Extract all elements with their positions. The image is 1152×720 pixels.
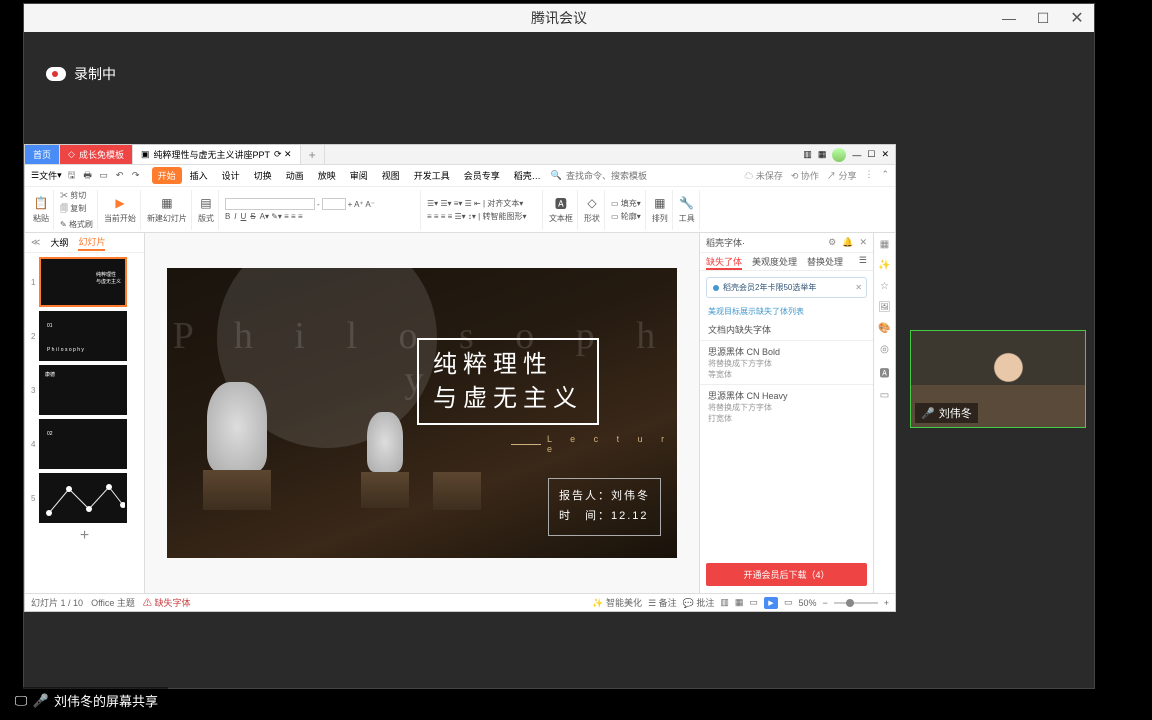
menu-daoke[interactable]: 稻壳…	[508, 167, 547, 184]
zoom-slider[interactable]	[834, 602, 878, 604]
preview-icon[interactable]: ▭	[98, 170, 110, 182]
ribbon-tools[interactable]: 🔧工具	[675, 190, 700, 230]
wps-statusbar: 幻灯片 1 / 10 Office 主题 ⚠ 缺失字体 ✨ 智能美化 ☰ 备注 …	[25, 593, 895, 611]
menu-transition[interactable]: 切换	[248, 167, 278, 184]
tab-add[interactable]: +	[301, 145, 325, 164]
view-normal-icon[interactable]: ▥	[720, 597, 729, 608]
mic-icon: 🎤	[921, 407, 935, 420]
titlebar: 腾讯会议 — ☐ ✕	[24, 4, 1094, 32]
thumb-5[interactable]	[39, 473, 127, 523]
file-menu[interactable]: ☰ 文件 ▾	[31, 169, 62, 182]
ribbon-play[interactable]: ▶当前开始	[100, 190, 141, 230]
print-icon[interactable]: 🖶	[82, 170, 94, 182]
menu-vip[interactable]: 会员专享	[458, 167, 506, 184]
win-close-icon[interactable]: ✕	[881, 149, 889, 160]
fp-tab-missing[interactable]: 缺失了体	[706, 253, 742, 270]
thumb-2[interactable]: 01P h i l o s o p h y	[39, 311, 127, 361]
screen-icon: 🖵	[14, 694, 28, 708]
wps-ribbon: 📋粘贴 ✂ 剪切 🗐 复制 ✎ 格式刷 ▶当前开始 ▦新建幻灯片 ▤版式 - +…	[25, 187, 895, 233]
wps-doc-tabs: 首页 ◇ 成长免模板 ▣ 纯粹理性与虚无主义讲座PPT ⟳ ✕ + ▥ ▦ — …	[25, 145, 895, 165]
close-icon[interactable]: ✕	[859, 237, 867, 248]
menu-animation[interactable]: 动画	[280, 167, 310, 184]
layout-tile-icon[interactable]: ▦	[818, 149, 827, 160]
menu-insert[interactable]: 插入	[184, 167, 214, 184]
rail-icon[interactable]: ▦	[880, 239, 889, 250]
cloud-record-icon	[46, 67, 66, 81]
fp-cta-button[interactable]: 开通会员后下载（4）	[706, 563, 867, 586]
layout-grid-icon[interactable]: ▥	[803, 149, 812, 160]
tab-templates[interactable]: ◇ 成长免模板	[60, 145, 133, 164]
redo-icon[interactable]: ↷	[130, 170, 142, 182]
slide-info: 报告人：刘伟冬 时 间：12.12	[548, 478, 661, 536]
font-row-1[interactable]: 思源黑体 CN Bold 将替换成下方字体 等宽体	[700, 340, 873, 384]
app-title: 腾讯会议	[531, 8, 587, 28]
fp-tab-beauty[interactable]: 美观度处理	[752, 253, 797, 270]
font-row-2[interactable]: 思源黑体 CN Heavy 将替换成下方字体 打宽体	[700, 384, 873, 428]
rail-icon[interactable]: ☆	[880, 281, 889, 292]
view-reading-icon[interactable]: ▭	[749, 597, 758, 608]
minimize-button[interactable]: —	[992, 4, 1026, 32]
ribbon-arrange[interactable]: ▦排列	[648, 190, 673, 230]
thumb-3[interactable]: 康德	[39, 365, 127, 415]
menu-review[interactable]: 审阅	[344, 167, 374, 184]
view-sorter-icon[interactable]: ▦	[735, 597, 744, 608]
promo-close-icon[interactable]: ✕	[855, 283, 862, 292]
recording-indicator: 录制中	[46, 64, 116, 84]
menu-view[interactable]: 视图	[376, 167, 406, 184]
menu-start[interactable]: 开始	[152, 167, 182, 184]
ribbon-paste[interactable]: 📋粘贴	[29, 190, 54, 230]
font-panel: 稻壳字体·⚙🔔✕ 缺失了体 美观度处理 替换处理 ☰ 稻壳会员2年卡限50选举年…	[699, 233, 873, 611]
rail-icon[interactable]: 🅰	[880, 365, 890, 380]
zoom-out[interactable]: −	[822, 598, 827, 608]
rail-icon[interactable]: ▭	[880, 390, 889, 401]
menu-slideshow[interactable]: 放映	[312, 167, 342, 184]
slide-title: 纯粹理性 与虚无主义	[417, 338, 599, 425]
win-min-icon[interactable]: —	[852, 150, 861, 160]
command-search[interactable]	[566, 171, 676, 181]
mic-icon: 🎤	[34, 694, 48, 708]
tencent-meeting-window: 腾讯会议 — ☐ ✕ 录制中 首页 ◇ 成长免模板 ▣ 纯粹理性与虚无主义讲座P…	[23, 3, 1095, 689]
ribbon-textbox[interactable]: 🅰文本框	[545, 190, 578, 230]
screen-share-label: 🖵 🎤 刘伟冬的屏幕共享	[4, 687, 168, 714]
menu-design[interactable]: 设计	[216, 167, 246, 184]
rail-icon[interactable]: 🎨	[878, 323, 890, 334]
promo-banner[interactable]: 稻壳会员2年卡限50选举年✕	[706, 277, 867, 298]
view-slideshow-icon[interactable]: ▶	[764, 597, 778, 609]
win-max-icon[interactable]: ☐	[867, 149, 875, 160]
fp-help-link[interactable]: 美观目标展示缺失了体列表	[700, 304, 873, 319]
menu-devtools[interactable]: 开发工具	[408, 167, 456, 184]
bell-icon[interactable]: 🔔	[842, 237, 853, 248]
add-slide[interactable]: +	[31, 527, 138, 545]
rail-icon[interactable]: 🖼	[878, 302, 891, 313]
panel-tab-slides[interactable]: 幻灯片	[78, 235, 105, 251]
side-rail: ▦ ✨ ☆ 🖼 🎨 ◎ 🅰 ▭ ⋯	[873, 233, 895, 611]
user-avatar[interactable]	[832, 148, 846, 162]
thumb-1[interactable]: 纯粹理性与虚无主义	[39, 257, 127, 307]
wps-presentation-app: 首页 ◇ 成长免模板 ▣ 纯粹理性与虚无主义讲座PPT ⟳ ✕ + ▥ ▦ — …	[24, 144, 896, 612]
close-button[interactable]: ✕	[1060, 4, 1094, 32]
slide-content[interactable]: P h i l o s o p h y 纯粹理性 与虚无主义 L e c t u…	[167, 268, 677, 558]
gear-icon[interactable]: ⚙	[828, 237, 836, 248]
slide-panel: ≪大纲幻灯片 1纯粹理性与虚无主义 201P h i l o s o p h y…	[25, 233, 145, 611]
ribbon-shape[interactable]: ◇形状	[580, 190, 605, 230]
thumb-4[interactable]: 02	[39, 419, 127, 469]
zoom-in[interactable]: +	[884, 598, 889, 608]
rail-icon[interactable]: ◎	[880, 344, 889, 355]
ribbon-layout[interactable]: ▤版式	[194, 190, 219, 230]
maximize-button[interactable]: ☐	[1026, 4, 1060, 32]
rail-icon[interactable]: ✨	[878, 260, 890, 271]
tab-document[interactable]: ▣ 纯粹理性与虚无主义讲座PPT ⟳ ✕	[133, 145, 301, 164]
participant-camera[interactable]: 🎤刘伟冬	[910, 330, 1086, 428]
slide-canvas: P h i l o s o p h y 纯粹理性 与虚无主义 L e c t u…	[145, 233, 699, 611]
undo-icon[interactable]: ↶	[114, 170, 126, 182]
wps-menubar: ☰ 文件 ▾ 🖫 🖶 ▭ ↶ ↷ 开始 插入 设计 切换 动画 放映 审阅 视图…	[25, 165, 895, 187]
tab-home[interactable]: 首页	[25, 145, 60, 164]
fp-tab-replace[interactable]: 替换处理	[807, 253, 843, 270]
save-icon[interactable]: 🖫	[66, 170, 78, 182]
ribbon-newslide[interactable]: ▦新建幻灯片	[143, 190, 192, 230]
panel-tab-outline[interactable]: 大纲	[50, 236, 68, 249]
